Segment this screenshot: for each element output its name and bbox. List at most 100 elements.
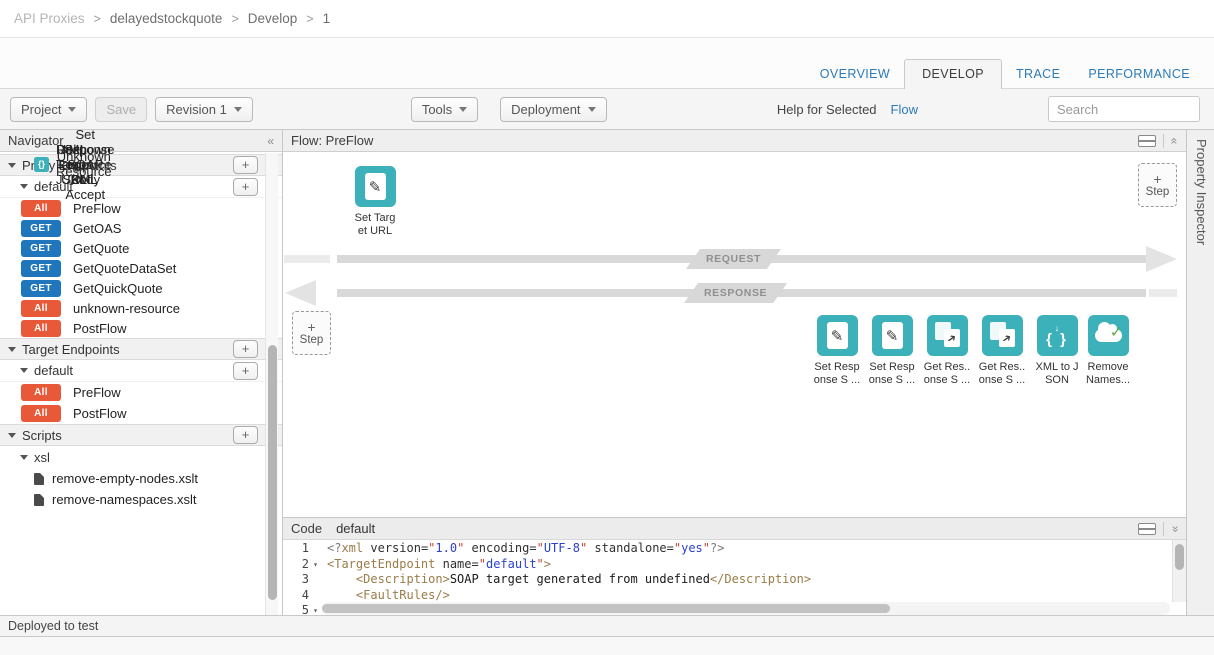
- breadcrumb-revision[interactable]: 1: [323, 11, 331, 26]
- verb-badge-all: All: [21, 320, 61, 337]
- tab-overview[interactable]: OVERVIEW: [806, 60, 904, 88]
- add-step-button-response[interactable]: + Step: [292, 311, 331, 355]
- code-token: name=: [435, 557, 478, 571]
- section-scripts[interactable]: Scripts +: [0, 424, 282, 446]
- collapse-down-icon[interactable]: «: [1168, 525, 1182, 532]
- chevron-down-icon: [68, 107, 76, 112]
- verb-badge-all: All: [21, 200, 61, 217]
- cloud-check-icon[interactable]: ✓: [1088, 315, 1129, 356]
- flow-item-unknown-resource[interactable]: All unknown-resource: [0, 298, 282, 318]
- proxy-endpoint-default-group[interactable]: default +: [0, 176, 282, 198]
- breadcrumb: API Proxies > delayedstockquote > Develo…: [0, 0, 1214, 38]
- group-name: xsl: [34, 450, 258, 465]
- code-vertical-scrollbar[interactable]: [1172, 540, 1186, 602]
- flow-policy-set-target-url[interactable]: ✎ Set Targ et URL: [339, 166, 411, 237]
- expand-triangle-icon[interactable]: [20, 184, 28, 189]
- revision-dropdown[interactable]: Revision 1: [155, 97, 253, 122]
- project-dropdown-label: Project: [21, 102, 61, 117]
- breadcrumb-proxy-name[interactable]: delayedstockquote: [110, 11, 223, 26]
- status-bar: Deployed to test: [0, 615, 1214, 637]
- code-line: 2▾ <TargetEndpoint name="default">: [283, 557, 1186, 573]
- add-target-endpoint-button[interactable]: +: [233, 340, 258, 358]
- save-button[interactable]: Save: [95, 97, 147, 122]
- add-proxy-endpoint-button[interactable]: +: [233, 156, 258, 174]
- breadcrumb-separator: >: [231, 12, 238, 26]
- split-view-icon[interactable]: [1138, 523, 1156, 535]
- code-tab-default[interactable]: default: [336, 521, 1138, 536]
- code-token: <Description>: [356, 572, 450, 586]
- tools-dropdown[interactable]: Tools: [411, 97, 478, 122]
- tab-develop[interactable]: DEVELOP: [904, 59, 1002, 89]
- tab-trace[interactable]: TRACE: [1002, 60, 1074, 88]
- flow-item-label: GetQuickQuote: [73, 281, 163, 296]
- flow-item-preflow[interactable]: All PreFlow: [0, 198, 282, 218]
- deployment-dropdown[interactable]: Deployment: [500, 97, 606, 122]
- flow-item-getquote[interactable]: GET GetQuote: [0, 238, 282, 258]
- flow-policy-remove-namespaces[interactable]: ✓ Remove Names...: [1072, 315, 1144, 386]
- fold-caret-icon[interactable]: ▾: [309, 557, 322, 573]
- scripts-xsl-group[interactable]: xsl: [0, 446, 282, 468]
- code-token: <?: [327, 541, 341, 555]
- code-panel: Code default « 1 <?xml version="1.0" enc…: [283, 517, 1186, 615]
- flow-item-label: PostFlow: [73, 406, 126, 421]
- add-flow-button[interactable]: +: [233, 362, 258, 380]
- tools-dropdown-label: Tools: [422, 102, 452, 117]
- add-step-button-request[interactable]: + Step: [1138, 163, 1177, 207]
- expand-triangle-icon[interactable]: [20, 455, 28, 460]
- copy-message-icon[interactable]: ➔: [982, 315, 1023, 356]
- flow-item-getoas[interactable]: GET GetOAS: [0, 218, 282, 238]
- breadcrumb-develop[interactable]: Develop: [248, 11, 298, 26]
- flow-canvas[interactable]: ✎ Set Targ et URL + Step REQUEST: [283, 152, 1186, 517]
- code-token: ": [537, 557, 544, 571]
- policy-item-xml-to-json[interactable]: {} XML to JSON: [0, 154, 72, 174]
- code-editor[interactable]: 1 <?xml version="1.0" encoding="UTF-8" s…: [283, 540, 1186, 615]
- code-token: <FaultRules/>: [356, 588, 450, 602]
- fold-caret-icon[interactable]: ▾: [309, 603, 322, 615]
- add-script-button[interactable]: +: [233, 426, 258, 444]
- collapse-up-icon[interactable]: «: [1168, 137, 1182, 144]
- help-flow-link[interactable]: Flow: [891, 102, 918, 117]
- script-file-remove-namespaces[interactable]: remove-namespaces.xslt: [0, 489, 282, 510]
- flow-item-postflow[interactable]: All PostFlow: [0, 318, 282, 338]
- flow-item-getquotedataset[interactable]: GET GetQuoteDataSet: [0, 258, 282, 278]
- collapse-left-icon[interactable]: «: [267, 134, 274, 148]
- verb-badge-get: GET: [21, 260, 61, 277]
- flow-item-target-postflow[interactable]: All PostFlow: [0, 403, 282, 424]
- code-horizontal-scrollbar[interactable]: [322, 602, 1170, 615]
- expand-triangle-icon[interactable]: [8, 347, 16, 352]
- target-endpoint-default-group[interactable]: default +: [0, 360, 282, 382]
- property-inspector-label[interactable]: Property Inspector: [1194, 130, 1209, 245]
- help-for-selected-label: Help for Selected: [777, 102, 877, 117]
- code-label: Code: [291, 521, 322, 536]
- request-arrowhead-icon: [1146, 246, 1177, 272]
- assign-message-icon[interactable]: ✎: [355, 166, 396, 207]
- code-horizontal-scrollbar-thumb[interactable]: [322, 604, 890, 613]
- response-label-badge: RESPONSE: [684, 283, 787, 303]
- chevron-down-icon: [459, 107, 467, 112]
- copy-message-icon[interactable]: ➔: [927, 315, 968, 356]
- add-flow-button[interactable]: +: [233, 178, 258, 196]
- split-view-icon[interactable]: [1138, 135, 1156, 147]
- flow-item-target-preflow-selected[interactable]: All PreFlow: [0, 382, 282, 403]
- assign-message-icon[interactable]: ✎: [872, 315, 913, 356]
- section-target-endpoints[interactable]: Target Endpoints +: [0, 338, 282, 360]
- flow-item-getquickquote[interactable]: GET GetQuickQuote: [0, 278, 282, 298]
- project-dropdown[interactable]: Project: [10, 97, 87, 122]
- save-button-label: Save: [106, 102, 136, 117]
- code-header: Code default «: [283, 518, 1186, 540]
- plus-icon: +: [1153, 172, 1161, 186]
- tab-performance[interactable]: PERFORMANCE: [1074, 60, 1204, 88]
- verb-badge-all: All: [21, 300, 61, 317]
- code-vertical-scrollbar-thumb[interactable]: [1175, 544, 1184, 570]
- breadcrumb-api-proxies[interactable]: API Proxies: [14, 11, 85, 26]
- assign-message-icon[interactable]: ✎: [817, 315, 858, 356]
- code-token: yes: [681, 541, 703, 555]
- search-input[interactable]: [1048, 96, 1200, 122]
- navigator-scrollbar-thumb[interactable]: [268, 345, 277, 600]
- expand-triangle-icon[interactable]: [20, 368, 28, 373]
- navigator-scrollbar[interactable]: [265, 153, 278, 615]
- help-for-selected: Help for Selected Flow: [777, 102, 918, 117]
- expand-triangle-icon[interactable]: [8, 433, 16, 438]
- script-file-remove-empty-nodes[interactable]: remove-empty-nodes.xslt: [0, 468, 282, 489]
- property-inspector-strip[interactable]: Property Inspector: [1186, 130, 1214, 615]
